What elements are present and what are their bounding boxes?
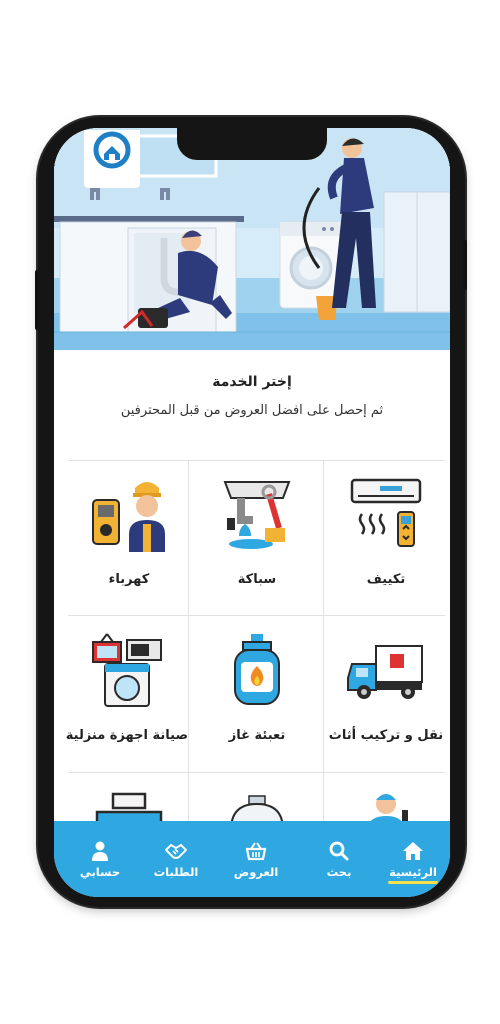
service-label: نقل و تركيب أثاث bbox=[328, 728, 444, 743]
montarif-logo bbox=[84, 130, 140, 188]
service-label: تعبئة غاز bbox=[228, 728, 286, 743]
service-gas-refill[interactable]: تعبئة غاز bbox=[198, 620, 316, 772]
nav-label: الطلبات bbox=[153, 865, 199, 879]
phone-side-button bbox=[463, 240, 467, 290]
phone-side-button bbox=[35, 270, 39, 330]
nav-item-search[interactable]: بحث bbox=[302, 821, 376, 897]
user-icon bbox=[92, 841, 108, 861]
plumbing-icon bbox=[223, 481, 291, 549]
search-icon bbox=[329, 841, 349, 861]
service-label: تكييف bbox=[366, 572, 406, 587]
nav-label: الرئيسية bbox=[389, 865, 437, 879]
active-indicator bbox=[388, 881, 438, 884]
nav-label: حسابي bbox=[79, 865, 121, 879]
phone-notch bbox=[177, 128, 327, 160]
grid-divider bbox=[68, 460, 445, 461]
air-conditioner-icon bbox=[350, 478, 422, 547]
nav-item-offers[interactable]: العروض bbox=[216, 821, 296, 897]
service-plumbing[interactable]: سباكة bbox=[198, 464, 316, 616]
nav-label: بحث bbox=[326, 865, 352, 879]
service-furniture-moving[interactable]: نقل و تركيب أثاث bbox=[327, 620, 445, 772]
moving-truck-icon bbox=[347, 645, 423, 699]
electrician-icon bbox=[92, 482, 165, 552]
service-electricity[interactable]: كهرباء bbox=[70, 464, 188, 616]
app-screen: إختر الخدمة ثم إحصل على افضل العروض من ق… bbox=[54, 128, 450, 897]
home-icon bbox=[403, 842, 423, 860]
service-label: كهرباء bbox=[108, 572, 150, 587]
nav-item-account[interactable]: حسابي bbox=[64, 821, 136, 897]
gas-cylinder-icon bbox=[234, 634, 280, 705]
service-home-appliances[interactable]: صيانة اجهزة منزلية bbox=[65, 620, 188, 772]
service-label: سباكة bbox=[237, 572, 277, 587]
intro-subtitle: ثم إحصل على افضل العروض من قبل المحترفين bbox=[120, 403, 384, 418]
basket-icon bbox=[245, 842, 267, 861]
home-appliances-icon bbox=[92, 633, 162, 707]
handshake-icon bbox=[165, 843, 187, 859]
nav-item-orders[interactable]: الطلبات bbox=[136, 821, 216, 897]
service-label: صيانة اجهزة منزلية bbox=[65, 728, 188, 743]
hero-banner bbox=[54, 128, 450, 350]
intro-title: إختر الخدمة bbox=[212, 374, 292, 390]
nav-item-home[interactable]: الرئيسية bbox=[376, 821, 450, 897]
grid-divider bbox=[68, 772, 445, 773]
logo-mark bbox=[93, 131, 131, 169]
bottom-navigation: الرئيسية بحث العروض الطلبات حسابي bbox=[54, 821, 450, 897]
service-air-conditioning[interactable]: تكييف bbox=[327, 464, 445, 616]
nav-label: العروض bbox=[233, 865, 279, 879]
